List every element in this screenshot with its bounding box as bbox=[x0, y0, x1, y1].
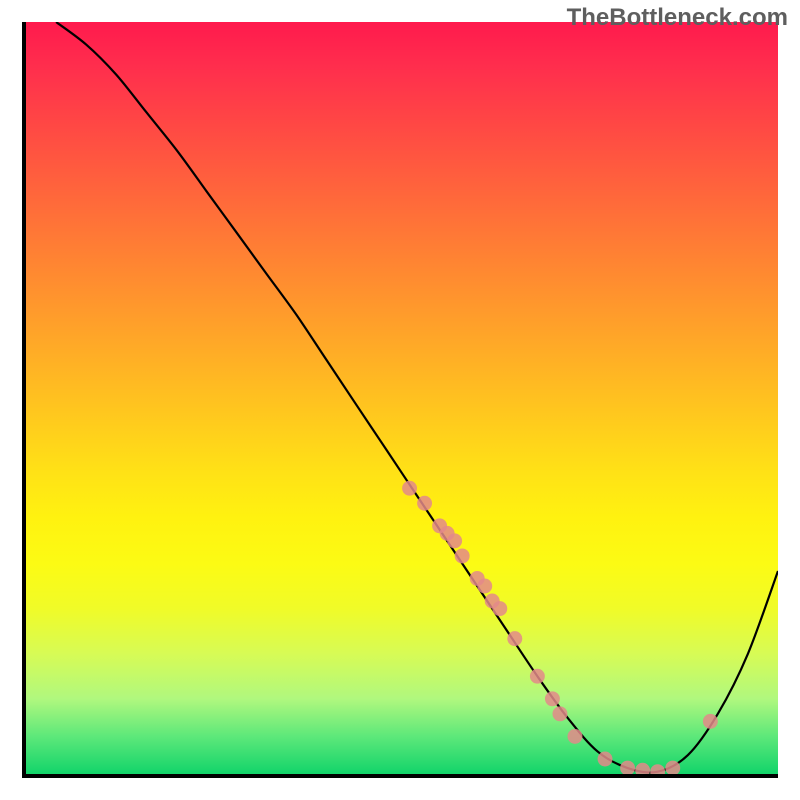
chart-container: TheBottleneck.com bbox=[0, 0, 800, 800]
watermark-text: TheBottleneck.com bbox=[567, 4, 788, 32]
gradient-background bbox=[26, 22, 778, 774]
plot-area bbox=[22, 22, 778, 778]
